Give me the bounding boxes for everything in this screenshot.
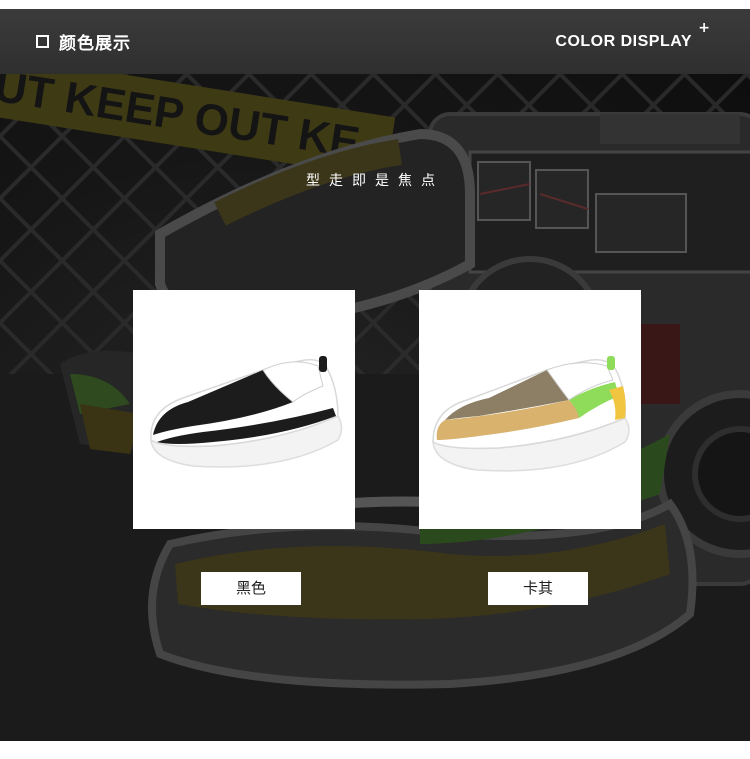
- color-label-black[interactable]: 黑色: [201, 572, 301, 605]
- color-label-khaki[interactable]: 卡其: [488, 572, 588, 605]
- tagline: 型走即是焦点: [306, 173, 444, 189]
- black-shoe-image: [150, 356, 343, 468]
- square-bullet-icon: [36, 35, 49, 48]
- section-title-english: COLOR DISPLAY: [555, 33, 692, 50]
- plus-icon: +: [698, 20, 710, 36]
- khaki-shoe-image: [432, 356, 630, 472]
- product-card-khaki[interactable]: [419, 290, 641, 529]
- section-header: 颜色展示 COLOR DISPLAY +: [0, 0, 750, 74]
- section-title: 颜色展示: [59, 34, 131, 54]
- product-card-black[interactable]: [133, 290, 355, 529]
- background-scene: UT KEEP OUT KE 型走即是焦点 黑色 卡其: [0, 74, 750, 741]
